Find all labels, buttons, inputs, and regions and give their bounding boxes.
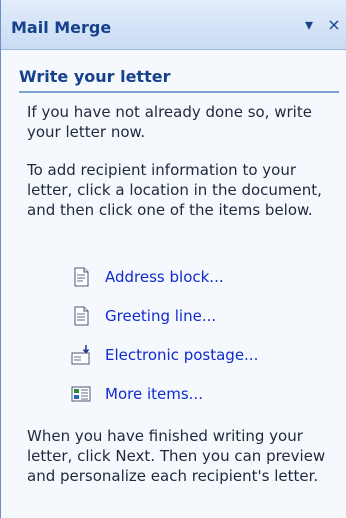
electronic-postage-label[interactable]: Electronic postage... bbox=[105, 346, 258, 364]
section-divider bbox=[19, 91, 339, 93]
pane-options-dropdown-icon[interactable]: ▾ bbox=[301, 16, 317, 34]
section-heading: Write your letter bbox=[19, 67, 171, 86]
electronic-postage-link[interactable]: Electronic postage... bbox=[71, 344, 258, 366]
task-pane-content: Write your letter If you have not alread… bbox=[1, 50, 346, 518]
electronic-postage-icon bbox=[71, 345, 90, 365]
mail-merge-task-pane: Mail Merge ▾ × Write your letter If you … bbox=[0, 0, 346, 518]
instructions-text: To add recipient information to your let… bbox=[27, 161, 322, 219]
task-pane-title: Mail Merge bbox=[11, 18, 112, 37]
intro-text: If you have not already done so, write y… bbox=[27, 103, 312, 141]
task-pane-titlebar: Mail Merge ▾ × bbox=[1, 0, 346, 50]
close-pane-icon[interactable]: × bbox=[326, 16, 342, 34]
more-items-label[interactable]: More items... bbox=[105, 385, 203, 403]
address-block-label[interactable]: Address block... bbox=[105, 268, 224, 286]
footer-instructions: When you have finished writing your lett… bbox=[27, 427, 326, 485]
greeting-line-link[interactable]: Greeting line... bbox=[71, 305, 216, 327]
greeting-line-icon bbox=[74, 306, 89, 326]
address-block-link[interactable]: Address block... bbox=[71, 266, 224, 288]
address-block-icon bbox=[74, 267, 89, 287]
more-items-link[interactable]: More items... bbox=[71, 383, 203, 405]
greeting-line-label[interactable]: Greeting line... bbox=[105, 307, 216, 325]
more-items-icon bbox=[71, 386, 91, 402]
